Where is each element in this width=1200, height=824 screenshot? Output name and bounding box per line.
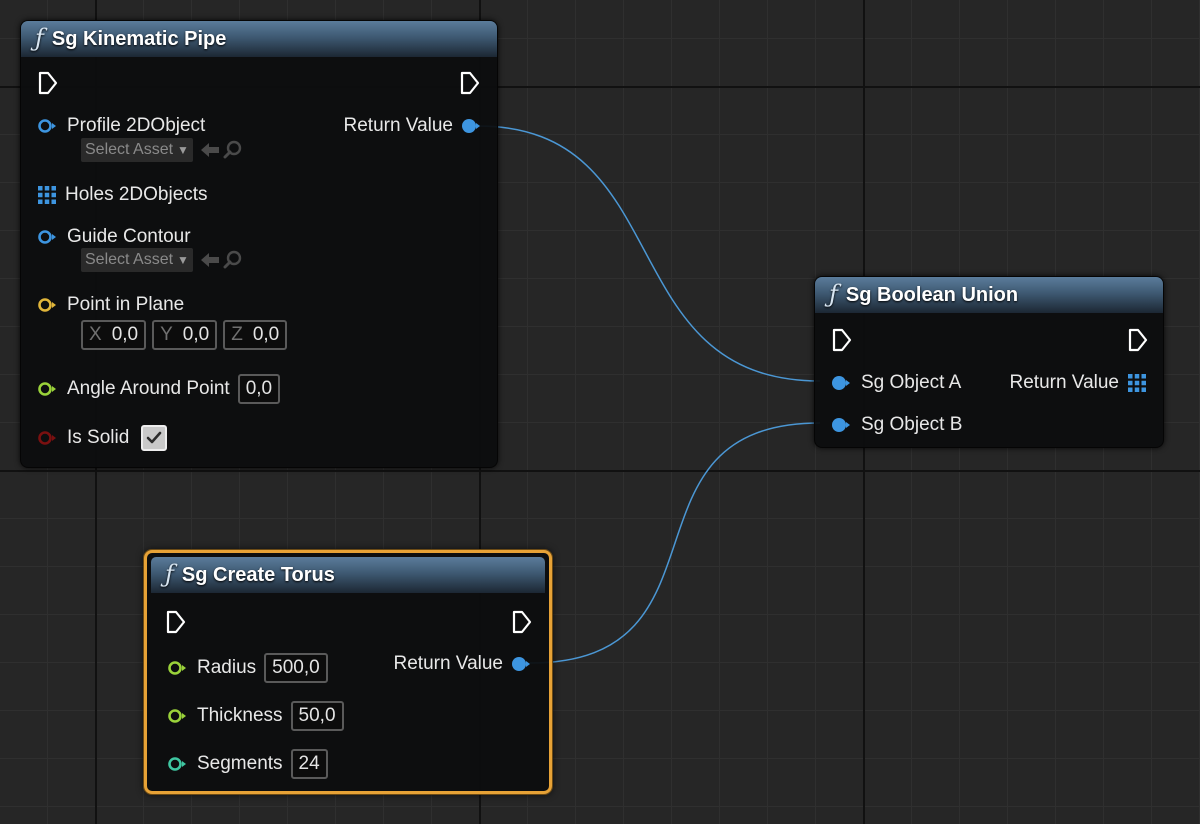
int-pin-icon[interactable] <box>167 756 187 772</box>
node-header[interactable]: ƒ Sg Boolean Union <box>815 277 1163 313</box>
vector-editor: X 0,0 Y 0,0 Z 0,0 <box>81 320 293 350</box>
exec-in-pin-icon[interactable] <box>165 610 187 634</box>
select-asset-dropdown[interactable]: Select Asset ▼ <box>81 138 193 162</box>
function-icon: ƒ <box>35 24 44 52</box>
node-title: Sg Boolean Union <box>845 283 1019 306</box>
field-value: 0,0 <box>252 324 280 345</box>
graph-canvas[interactable]: ƒ Sg Kinematic Pipe Profile 2DObject Sel… <box>0 0 1200 824</box>
output-return-value: Return Value <box>394 653 532 675</box>
input-is-solid: Is Solid <box>37 425 168 451</box>
vector-z-field[interactable]: Z 0,0 <box>223 320 288 350</box>
chevron-down-icon: ▼ <box>177 253 189 267</box>
exec-out-pin-icon[interactable] <box>459 71 481 95</box>
wire-pipe-to-union-a[interactable] <box>477 125 821 382</box>
select-asset-dropdown[interactable]: Select Asset ▼ <box>81 248 193 272</box>
node-sg-kinematic-pipe[interactable]: ƒ Sg Kinematic Pipe Profile 2DObject Sel… <box>20 20 498 468</box>
object-out-pin-icon[interactable] <box>461 118 481 134</box>
pin-label: Segments <box>197 753 283 774</box>
float-pin-icon[interactable] <box>167 660 187 676</box>
vector-x-field[interactable]: X 0,0 <box>81 320 147 350</box>
segments-field[interactable]: 24 <box>290 749 328 779</box>
object-pin-icon[interactable] <box>831 375 851 391</box>
pin-label: Return Value <box>393 653 504 674</box>
array-grid-icon[interactable] <box>37 185 57 205</box>
pin-label: Sg Object A <box>861 372 962 393</box>
exec-out-pin-icon[interactable] <box>1127 328 1149 352</box>
input-thickness: Thickness 50,0 <box>167 701 344 731</box>
function-icon: ƒ <box>165 560 174 588</box>
field-value: 0,0 <box>111 324 139 345</box>
search-icon[interactable] <box>223 140 243 160</box>
node-title: Sg Create Torus <box>181 563 335 586</box>
pin-label: Guide Contour <box>67 226 191 247</box>
input-segments: Segments 24 <box>167 749 328 779</box>
pin-label: Sg Object B <box>861 414 963 435</box>
axis-label: Y <box>160 324 173 345</box>
axis-label: X <box>89 324 102 345</box>
exec-in-pin-icon[interactable] <box>37 71 59 95</box>
object-pin-icon[interactable] <box>37 229 57 245</box>
asset-picker-profile: Select Asset ▼ <box>81 138 243 162</box>
float-pin-icon[interactable] <box>167 708 187 724</box>
checkmark-icon <box>147 431 162 444</box>
node-sg-boolean-union[interactable]: ƒ Sg Boolean Union Sg Object A Sg Object… <box>814 276 1164 448</box>
pin-label: Radius <box>197 657 257 678</box>
node-header[interactable]: ƒ Sg Kinematic Pipe <box>21 21 497 57</box>
input-sg-object-b: Sg Object B <box>831 414 962 436</box>
search-icon[interactable] <box>223 250 243 270</box>
float-pin-icon[interactable] <box>37 381 57 397</box>
vector-y-field[interactable]: Y 0,0 <box>152 320 218 350</box>
pin-label: Point in Plane <box>67 294 185 315</box>
node-title: Sg Kinematic Pipe <box>51 27 227 50</box>
use-selected-arrow-icon[interactable] <box>199 251 221 269</box>
field-value: 0,0 <box>182 324 210 345</box>
thickness-field[interactable]: 50,0 <box>290 701 344 731</box>
axis-label: Z <box>231 324 243 345</box>
pin-label: Profile 2DObject <box>67 115 206 136</box>
object-out-pin-icon[interactable] <box>511 656 531 672</box>
input-radius: Radius 500,0 <box>167 653 328 683</box>
array-grid-icon[interactable] <box>1127 373 1147 393</box>
pin-label: Return Value <box>343 115 454 136</box>
output-return-value: Return Value <box>1010 372 1148 394</box>
chevron-down-icon: ▼ <box>177 143 189 157</box>
input-guide-contour: Guide Contour <box>37 226 191 248</box>
exec-out-pin-icon[interactable] <box>511 610 533 634</box>
object-pin-icon[interactable] <box>831 417 851 433</box>
node-sg-create-torus[interactable]: ƒ Sg Create Torus Radius 500,0 Thickness… <box>144 550 552 794</box>
pin-label: Is Solid <box>67 427 130 448</box>
exec-in-pin-icon[interactable] <box>831 328 853 352</box>
bool-pin-icon[interactable] <box>37 430 57 446</box>
pin-label: Return Value <box>1009 372 1120 393</box>
object-pin-icon[interactable] <box>37 118 57 134</box>
node-header[interactable]: ƒ Sg Create Torus <box>151 557 545 593</box>
asset-picker-guide: Select Asset ▼ <box>81 248 243 272</box>
input-point-in-plane: Point in Plane <box>37 294 184 316</box>
radius-field[interactable]: 500,0 <box>264 653 328 683</box>
pin-label: Thickness <box>197 705 283 726</box>
output-return-value: Return Value <box>344 115 482 137</box>
select-asset-label: Select Asset <box>85 251 174 268</box>
input-angle-around-point: Angle Around Point 0,0 <box>37 374 281 404</box>
function-icon: ƒ <box>829 280 838 308</box>
pin-label: Angle Around Point <box>67 378 230 399</box>
struct-pin-icon[interactable] <box>37 297 57 313</box>
select-asset-label: Select Asset <box>85 141 174 158</box>
input-sg-object-a: Sg Object A <box>831 372 961 394</box>
input-profile-2dobject: Profile 2DObject <box>37 115 205 137</box>
wire-torus-to-union-b[interactable] <box>529 422 821 664</box>
pin-label: Holes 2DObjects <box>65 184 208 205</box>
input-holes-2dobjects: Holes 2DObjects <box>37 184 208 206</box>
use-selected-arrow-icon[interactable] <box>199 141 221 159</box>
is-solid-checkbox[interactable] <box>141 425 168 451</box>
angle-field[interactable]: 0,0 <box>237 374 281 404</box>
